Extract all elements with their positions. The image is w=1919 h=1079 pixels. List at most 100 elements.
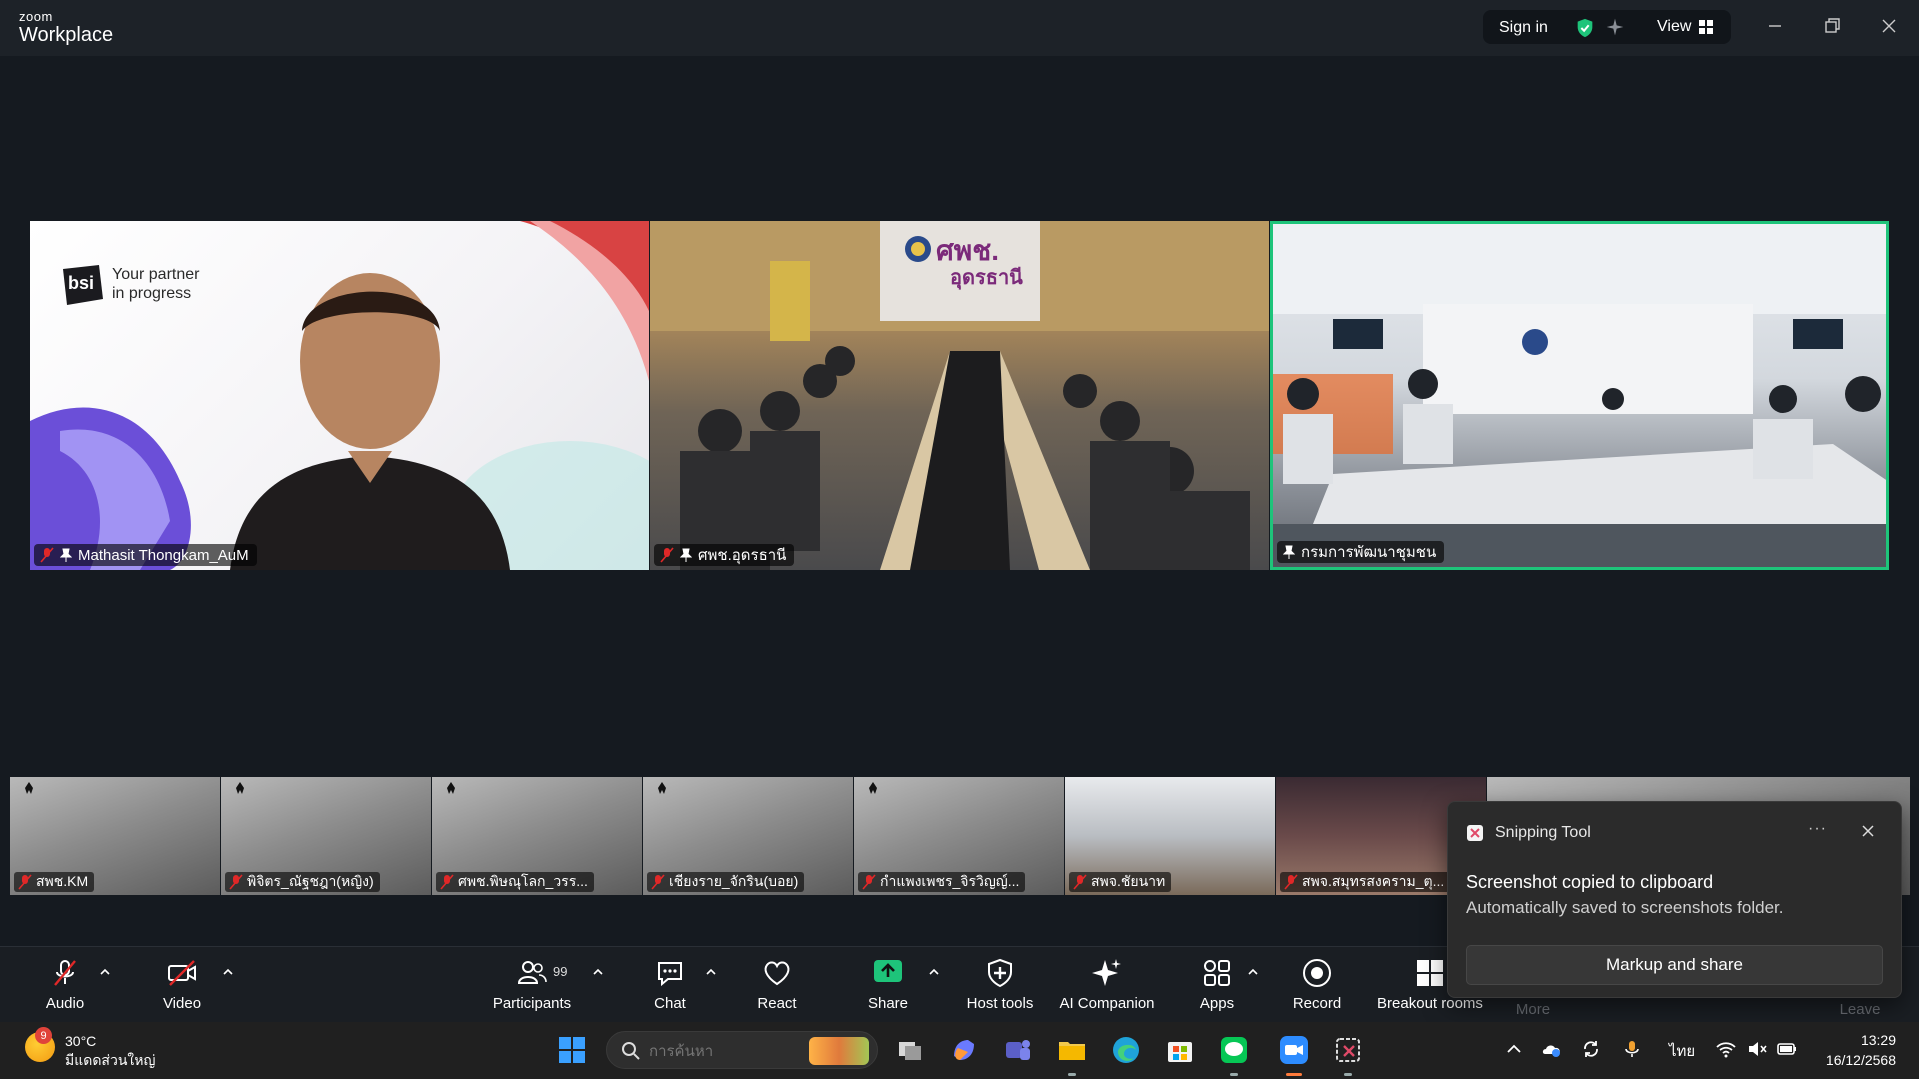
apps-options-caret-icon[interactable] bbox=[1246, 965, 1260, 979]
input-language[interactable]: ไทย bbox=[1669, 1039, 1695, 1063]
react-button[interactable]: React bbox=[722, 957, 832, 1019]
audio-options-caret-icon[interactable] bbox=[98, 965, 112, 979]
close-icon[interactable] bbox=[1859, 822, 1877, 840]
chat-label: Chat bbox=[654, 995, 686, 1012]
sign-in-button[interactable]: Sign in bbox=[1499, 19, 1548, 37]
app-brand: zoom Workplace bbox=[19, 10, 113, 45]
clock-time: 13:29 bbox=[1860, 1032, 1896, 1048]
snipping-tool-indicator bbox=[1332, 1022, 1364, 1079]
participants-options-caret-icon[interactable] bbox=[591, 965, 605, 979]
chat-options-caret-icon[interactable] bbox=[704, 965, 718, 979]
restore-icon[interactable] bbox=[1821, 15, 1843, 37]
record-button[interactable]: Record bbox=[1262, 957, 1372, 1019]
more-label: More bbox=[1515, 1001, 1551, 1018]
ai-companion-label: AI Companion bbox=[1059, 995, 1155, 1012]
brand-name: Workplace bbox=[19, 24, 114, 46]
search-input[interactable] bbox=[649, 1040, 799, 1062]
participant-thumbnail[interactable]: เชียงราย_จักริน(บอย) bbox=[643, 777, 853, 895]
onedrive-icon[interactable] bbox=[1541, 1038, 1563, 1060]
minimize-icon[interactable] bbox=[1764, 15, 1786, 37]
video-label: Video bbox=[162, 995, 202, 1012]
grid-icon[interactable] bbox=[1699, 20, 1713, 34]
notification-badge: 9 bbox=[35, 1027, 52, 1044]
black-ribbon-icon bbox=[869, 782, 877, 794]
ai-companion-button[interactable]: AI Companion bbox=[1052, 957, 1162, 1019]
leave-label: Leave bbox=[1839, 1001, 1881, 1018]
search-highlight-image bbox=[809, 1037, 869, 1065]
sync-icon[interactable] bbox=[1580, 1038, 1602, 1060]
thumbnail-name-tag: กำแพงเพชร_จิรวิญญ์... bbox=[858, 872, 1026, 892]
pin-icon bbox=[680, 548, 692, 562]
mic-muted-icon bbox=[660, 547, 674, 563]
video-options-caret-icon[interactable] bbox=[221, 965, 235, 979]
edge-browser-icon[interactable] bbox=[1110, 1034, 1142, 1066]
shield-check-icon[interactable] bbox=[1574, 17, 1596, 39]
apps-icon bbox=[1204, 960, 1230, 986]
notification-subtitle: Automatically saved to screenshots folde… bbox=[1466, 898, 1784, 917]
mic-muted-icon bbox=[862, 874, 876, 890]
participant-thumbnail[interactable]: กำแพงเพชร_จิรวิญญ์... bbox=[854, 777, 1064, 895]
view-button[interactable]: View bbox=[1657, 18, 1691, 36]
search-icon bbox=[622, 1042, 640, 1060]
shield-icon bbox=[988, 958, 1012, 988]
thumbnail-name: สพจ.ชัยนาท bbox=[1091, 873, 1166, 889]
zoom-active-indicator bbox=[1278, 1022, 1310, 1079]
mic-muted-icon bbox=[54, 960, 76, 986]
windows-start-icon[interactable] bbox=[556, 1034, 588, 1066]
video-tile-speaker-2[interactable]: ศพช. อุดรธานี ศพช.อุดรธานี bbox=[650, 221, 1269, 570]
thumbnail-name: สพจ.สมุทรสงคราม_ตุ... bbox=[1302, 873, 1445, 889]
apps-label: Apps bbox=[1199, 995, 1235, 1012]
mic-muted-icon bbox=[229, 874, 243, 890]
bsi-logo-text: bsi bbox=[68, 273, 95, 293]
participant-thumbnail[interactable]: ศพช.พิษณุโลก_วรร... bbox=[432, 777, 642, 895]
host-tools-label: Host tools bbox=[966, 995, 1034, 1012]
participant-thumbnail[interactable]: สพจ.ชัยนาท bbox=[1065, 777, 1275, 895]
participant-thumbnail[interactable]: พิจิตร_ณัฐชฎา(หญิง) bbox=[221, 777, 431, 895]
chat-icon bbox=[658, 962, 682, 987]
snipping-tool-notification: Snipping Tool ··· Screenshot copied to c… bbox=[1447, 801, 1902, 998]
participants-button[interactable]: Participants bbox=[477, 957, 587, 1019]
task-view-icon[interactable] bbox=[894, 1034, 926, 1066]
markup-and-share-button[interactable]: Markup and share bbox=[1466, 945, 1883, 985]
host-tools-button[interactable]: Host tools bbox=[945, 957, 1055, 1019]
thumbnail-name: สพช.KM bbox=[36, 873, 89, 889]
thumbnail-name-tag: ศพช.พิษณุโลก_วรร... bbox=[436, 872, 594, 892]
close-icon[interactable] bbox=[1878, 15, 1900, 37]
clock-date: 16/12/2568 bbox=[1825, 1052, 1896, 1068]
wifi-icon[interactable] bbox=[1715, 1038, 1737, 1060]
black-ribbon-icon bbox=[236, 782, 244, 794]
battery-icon[interactable] bbox=[1776, 1038, 1798, 1060]
thumbnail-name-tag: สพช.KM bbox=[14, 872, 95, 892]
sparkle-icon[interactable] bbox=[1605, 17, 1625, 37]
line-indicator bbox=[1218, 1022, 1250, 1079]
audio-label: Audio bbox=[45, 995, 85, 1012]
heart-icon bbox=[764, 961, 790, 986]
speaker-muted-icon[interactable] bbox=[1746, 1038, 1768, 1060]
system-clock[interactable]: 13:29 16/12/2568 bbox=[1818, 1030, 1896, 1070]
participant-name-tag: Mathasit Thongkam_AuM bbox=[34, 544, 257, 566]
mic-muted-icon bbox=[1073, 874, 1087, 890]
thumbnail-name: พิจิตร_ณัฐชฎา(หญิง) bbox=[247, 873, 374, 889]
participant-thumbnail[interactable]: สพช.KM bbox=[10, 777, 220, 895]
mic-muted-icon bbox=[18, 874, 32, 890]
share-screen-icon bbox=[874, 960, 902, 982]
taskbar-search[interactable] bbox=[606, 1031, 878, 1069]
react-label: React bbox=[757, 995, 797, 1012]
thumbnail-name-tag: เชียงราย_จักริน(บอย) bbox=[647, 872, 805, 892]
share-label: Share bbox=[867, 995, 909, 1012]
microphone-in-use-icon[interactable] bbox=[1621, 1038, 1643, 1060]
chevron-up-icon[interactable] bbox=[1503, 1038, 1525, 1060]
video-tile-speaker-1[interactable]: bsi Your partner in progress Mathasit Th… bbox=[30, 221, 649, 570]
participant-name-tag: กรมการพัฒนาชุมชน bbox=[1277, 541, 1445, 563]
participants-label: Participants bbox=[492, 995, 572, 1012]
copilot-icon[interactable] bbox=[948, 1034, 980, 1066]
share-options-caret-icon[interactable] bbox=[927, 965, 941, 979]
weather-widget[interactable]: 9 30°C มีแดดส่วนใหญ่ bbox=[25, 1027, 155, 1070]
notification-more-button[interactable]: ··· bbox=[1808, 820, 1827, 838]
microsoft-store-icon[interactable] bbox=[1164, 1034, 1196, 1066]
video-tile-active-speaker[interactable]: กรมการพัฒนาชุมชน bbox=[1270, 221, 1889, 570]
participant-name: ศพช.อุดรธานี bbox=[698, 547, 787, 564]
breakout-rooms-icon bbox=[1417, 960, 1443, 986]
mic-muted-icon bbox=[1284, 874, 1298, 890]
teams-icon[interactable] bbox=[1002, 1034, 1034, 1066]
